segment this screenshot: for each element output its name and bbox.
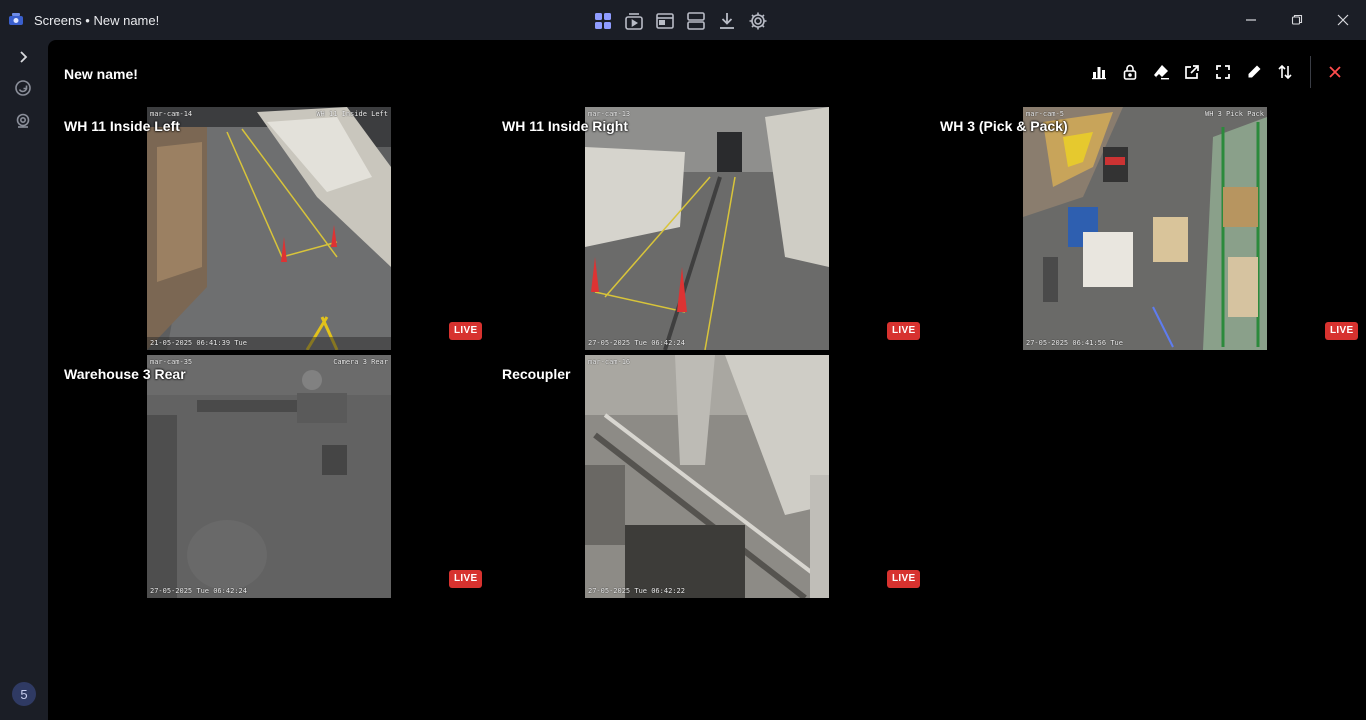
app-logo-icon bbox=[9, 13, 23, 25]
top-toolbar bbox=[592, 10, 769, 32]
screen-view: New name! WH 11 Inside Left mar-cam-14 W… bbox=[48, 40, 1366, 720]
close-icon bbox=[1329, 66, 1341, 78]
camera-name: WH 3 (Pick & Pack) bbox=[940, 118, 1068, 134]
camera-caption-overlay: WH 11 Inside Left bbox=[316, 110, 388, 118]
warehouse-feed-image bbox=[1023, 107, 1267, 350]
layout-icon[interactable] bbox=[685, 10, 707, 32]
camera-tile[interactable]: WH 11 Inside Left mar-cam-14 WH 11 Insid… bbox=[64, 107, 500, 353]
screen-title: New name! bbox=[64, 66, 138, 82]
title-bar: Screens • New name! bbox=[0, 0, 1366, 40]
lock-icon[interactable] bbox=[1118, 60, 1142, 84]
camera-feed[interactable]: mar-cam-5 WH 3 Pick Pack 27-05-2025 06:4… bbox=[1023, 107, 1267, 350]
window-icon[interactable] bbox=[654, 10, 676, 32]
camera-caption-overlay: Camera 3 Rear bbox=[333, 358, 388, 366]
camera-id-overlay: mar-cam-35 bbox=[150, 358, 193, 366]
camera-name: Warehouse 3 Rear bbox=[64, 366, 186, 382]
live-badge: LIVE bbox=[1325, 322, 1359, 340]
timestamp-overlay: 27-05-2025 Tue 06:42:22 bbox=[588, 587, 685, 595]
camera-feed[interactable]: mar-cam-16 27-05-2025 Tue 06:42:22 bbox=[585, 355, 829, 598]
live-badge: LIVE bbox=[887, 570, 921, 588]
user-badge[interactable]: 5 bbox=[12, 682, 36, 706]
timestamp-overlay: 27-05-2025 Tue 06:42:24 bbox=[588, 339, 685, 347]
settings-icon[interactable] bbox=[747, 10, 769, 32]
stats-icon[interactable] bbox=[1087, 60, 1111, 84]
minimize-icon bbox=[1246, 19, 1256, 21]
chevron-right-icon[interactable] bbox=[12, 46, 34, 68]
camera-id-overlay: mar-cam-13 bbox=[588, 110, 631, 118]
edit-icon[interactable] bbox=[1242, 60, 1266, 84]
external-link-icon[interactable] bbox=[1180, 60, 1204, 84]
eraser-icon[interactable] bbox=[1149, 60, 1173, 84]
refresh-icon[interactable] bbox=[12, 77, 34, 99]
restore-button[interactable] bbox=[1274, 0, 1320, 40]
camera-feed[interactable]: mar-cam-14 WH 11 Inside Left 21-05-2025 … bbox=[147, 107, 391, 350]
fullscreen-icon[interactable] bbox=[1211, 60, 1235, 84]
camera-tile[interactable]: Recoupler mar-cam-16 27-05-2025 Tue 06:4… bbox=[502, 355, 938, 601]
camera-name: WH 11 Inside Left bbox=[64, 118, 180, 134]
camera-feed[interactable]: mar-cam-35 Camera 3 Rear 27-05-2025 Tue … bbox=[147, 355, 391, 598]
restore-icon bbox=[1291, 14, 1303, 25]
close-screen-button[interactable] bbox=[1323, 60, 1347, 84]
camera-name: WH 11 Inside Right bbox=[502, 118, 629, 134]
camera-name: Recoupler bbox=[502, 366, 571, 382]
download-icon[interactable] bbox=[716, 10, 738, 32]
live-badge: LIVE bbox=[449, 322, 483, 340]
camera-tile[interactable]: Warehouse 3 Rear mar-cam-35 Camera 3 Rea… bbox=[64, 355, 500, 601]
live-badge: LIVE bbox=[449, 570, 483, 588]
camera-id-overlay: mar-cam-14 bbox=[150, 110, 193, 118]
grid-view-icon[interactable] bbox=[592, 10, 614, 32]
warehouse-feed-image bbox=[585, 107, 829, 350]
camera-feed[interactable]: mar-cam-13 27-05-2025 Tue 06:42:24 bbox=[585, 107, 829, 350]
camera-id-overlay: mar-cam-5 bbox=[1026, 110, 1064, 118]
minimize-button[interactable] bbox=[1228, 0, 1274, 40]
camera-id-overlay: mar-cam-16 bbox=[588, 358, 631, 366]
timestamp-overlay: 27-05-2025 06:41:56 Tue bbox=[1026, 339, 1123, 347]
live-badge: LIVE bbox=[887, 322, 921, 340]
actions-divider bbox=[1310, 56, 1311, 88]
camera-tile[interactable]: WH 11 Inside Right mar-cam-13 27-05-2025… bbox=[502, 107, 938, 353]
machinery-feed-image bbox=[585, 355, 829, 598]
timestamp-overlay: 27-05-2025 Tue 06:42:24 bbox=[150, 587, 247, 595]
night-yard-feed-image bbox=[147, 355, 391, 598]
camera-tile[interactable]: WH 3 (Pick & Pack) mar-cam-5 WH 3 Pick P… bbox=[940, 107, 1366, 353]
camera-caption-overlay: WH 3 Pick Pack bbox=[1204, 110, 1264, 118]
window-title: Screens • New name! bbox=[34, 13, 160, 28]
close-window-button[interactable] bbox=[1320, 0, 1366, 40]
timestamp-overlay: 21-05-2025 06:41:39 Tue bbox=[150, 339, 247, 347]
left-sidebar: 5 bbox=[0, 40, 48, 720]
player-icon[interactable] bbox=[623, 10, 645, 32]
sort-icon[interactable] bbox=[1273, 60, 1297, 84]
screen-actions bbox=[1087, 60, 1297, 84]
warehouse-feed-image bbox=[147, 107, 391, 350]
camera-icon[interactable] bbox=[12, 110, 34, 132]
close-icon bbox=[1337, 14, 1349, 26]
